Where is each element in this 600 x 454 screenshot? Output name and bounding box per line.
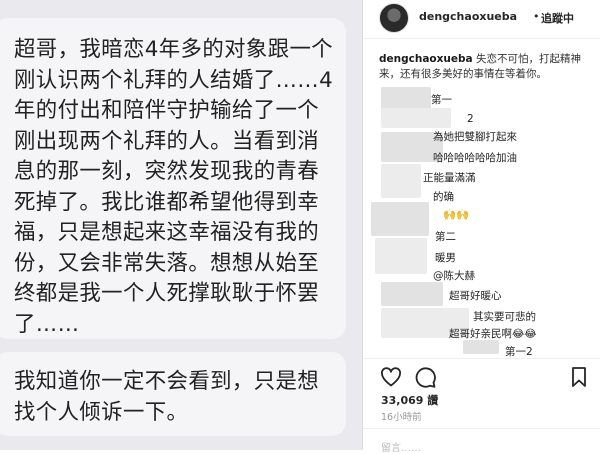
blurred-username — [381, 87, 431, 109]
avatar[interactable] — [379, 3, 409, 33]
caption-username[interactable]: dengchaoxueba — [379, 53, 473, 65]
heart-icon[interactable] — [379, 365, 403, 389]
chat-message-1: 超哥，我暗恋4年多的对象跟一个刚认识两个礼拜的人结婚了……4年的付出和陪伴守护输… — [0, 18, 346, 339]
add-comment-input[interactable]: 留言…… — [381, 439, 421, 454]
comment-text: 暖男 — [435, 252, 456, 264]
chat-message-2: 我知道你一定不会看到，只是想找个人倾诉一下。 — [0, 352, 346, 436]
blurred-username — [371, 202, 429, 236]
instagram-post-panel: dengchaoxueba • 追蹤中 dengchaoxueba 失恋不可怕，… — [362, 0, 600, 454]
comment-text: 正能量滿滿 — [423, 172, 476, 184]
header-username[interactable]: dengchaoxueba — [419, 10, 517, 23]
blurred-username — [381, 108, 451, 128]
post-time[interactable]: 16小時前 — [381, 409, 422, 423]
comment-text: 哈哈哈哈哈哈加油 — [433, 152, 517, 164]
header-separator: • — [533, 10, 540, 23]
comment-text: 🙌🙌 — [443, 209, 470, 221]
comment-text: 超哥好暖心 — [449, 290, 502, 302]
comment-text: 其实要可悲的 — [473, 311, 536, 323]
comment-text: 第一2 — [505, 346, 533, 358]
chat-screenshot: 超哥，我暗恋4年多的对象跟一个刚认识两个礼拜的人结婚了……4年的付出和陪伴守护输… — [0, 0, 362, 450]
comment-text: 第一 — [431, 94, 452, 106]
comment-text: 為她把雙腳打起來 — [433, 131, 517, 143]
blurred-username — [381, 282, 443, 306]
blurred-username — [375, 238, 427, 274]
follow-status-button[interactable]: 追蹤中 — [541, 10, 574, 26]
blurred-username — [381, 164, 421, 198]
add-comment-bar: 留言…… — [363, 428, 600, 454]
post-caption: dengchaoxueba 失恋不可怕，打起精神来，还有很多美好的事情在等着你。 — [379, 52, 589, 82]
comment-text: @陈大赫 — [433, 270, 475, 282]
post-action-bar — [363, 358, 600, 395]
comment-text: 2 — [467, 113, 474, 125]
post-header: dengchaoxueba • 追蹤中 — [363, 0, 600, 39]
blurred-username — [463, 340, 499, 354]
bookmark-icon[interactable] — [567, 365, 591, 389]
comment-text: 第二 — [435, 231, 456, 243]
comment-text: 超哥好亲民啊😂😂 — [449, 328, 537, 340]
comment-text: 的确 — [433, 191, 454, 203]
like-count[interactable]: 33,069 讚 — [381, 392, 438, 408]
comment-icon[interactable] — [413, 365, 437, 389]
